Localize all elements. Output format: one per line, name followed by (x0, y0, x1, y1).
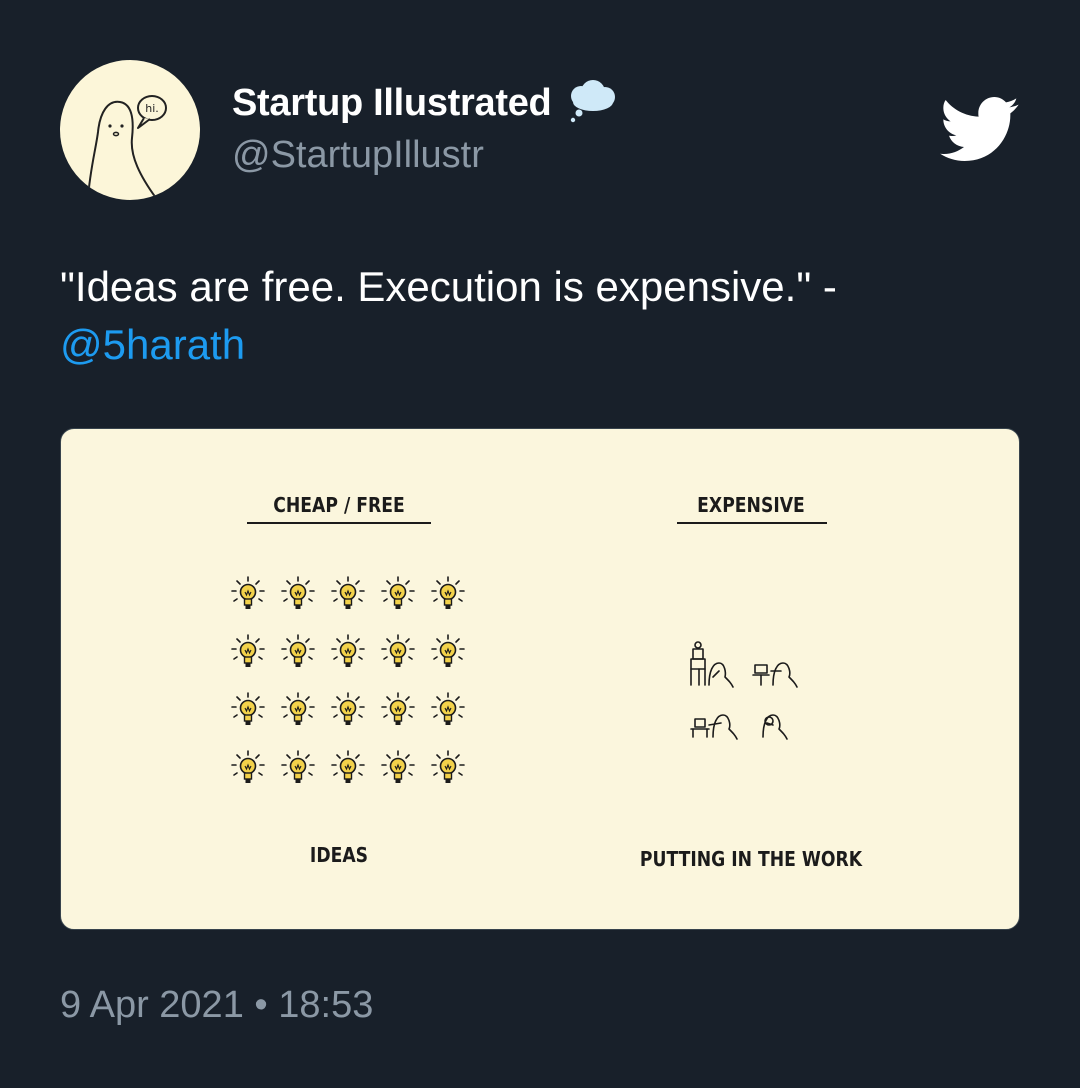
thought-bubble-icon (565, 78, 619, 129)
left-column-caption: IDEAS (309, 843, 369, 867)
lightbulb-icon (423, 625, 473, 683)
right-column-header: EXPENSIVE (697, 493, 805, 517)
lightbulb-icon (273, 741, 323, 799)
right-header-underline (677, 522, 827, 524)
svg-text:hi.: hi. (145, 102, 159, 115)
timestamp-separator: • (254, 984, 268, 1026)
lightbulb-icon (373, 741, 423, 799)
twitter-bird-icon[interactable] (940, 96, 1020, 164)
lightbulb-icon (273, 567, 323, 625)
lightbulb-icon (373, 625, 423, 683)
right-column-caption: PUTTING IN THE WORK (639, 847, 863, 871)
idea-bulbs-grid (223, 567, 473, 799)
tweet-quote: "Ideas are free. Execution is expensive.… (60, 263, 837, 310)
author-handle[interactable]: @StartupIllustr (232, 134, 484, 177)
workers-illustration (690, 641, 798, 740)
lightbulb-icon (273, 683, 323, 741)
lightbulb-icon (223, 741, 273, 799)
author-name-row: Startup Illustrated (232, 78, 619, 129)
lightbulb-icon (223, 625, 273, 683)
lightbulb-icon (323, 625, 373, 683)
lightbulb-icon (323, 683, 373, 741)
lightbulb-icon (223, 683, 273, 741)
tweet-timestamp[interactable]: 9 Apr 2021 • 18:53 (60, 984, 373, 1027)
left-header-underline (247, 522, 431, 524)
tweet-date: 9 Apr 2021 (60, 984, 244, 1026)
tweet-time: 18:53 (278, 984, 374, 1026)
lightbulb-icon (323, 741, 373, 799)
lightbulb-icon (223, 567, 273, 625)
lightbulb-icon (423, 567, 473, 625)
lightbulb-icon (373, 567, 423, 625)
lightbulb-icon (273, 625, 323, 683)
lightbulb-icon (323, 567, 373, 625)
tweet-media-image[interactable]: CHEAP / FREE EXPENSIVE IDEAS PUTTING IN … (60, 428, 1020, 930)
tweet-mention-link[interactable]: @5harath (60, 321, 245, 368)
author-display-name[interactable]: Startup Illustrated (232, 82, 552, 125)
avatar-character-illustration: hi. (87, 95, 167, 199)
lightbulb-icon (423, 683, 473, 741)
lightbulb-icon (373, 683, 423, 741)
lightbulb-icon (423, 741, 473, 799)
tweet-text: "Ideas are free. Execution is expensive.… (60, 258, 1020, 374)
author-avatar[interactable]: hi. (60, 60, 200, 200)
left-column-header: CHEAP / FREE (273, 493, 405, 517)
